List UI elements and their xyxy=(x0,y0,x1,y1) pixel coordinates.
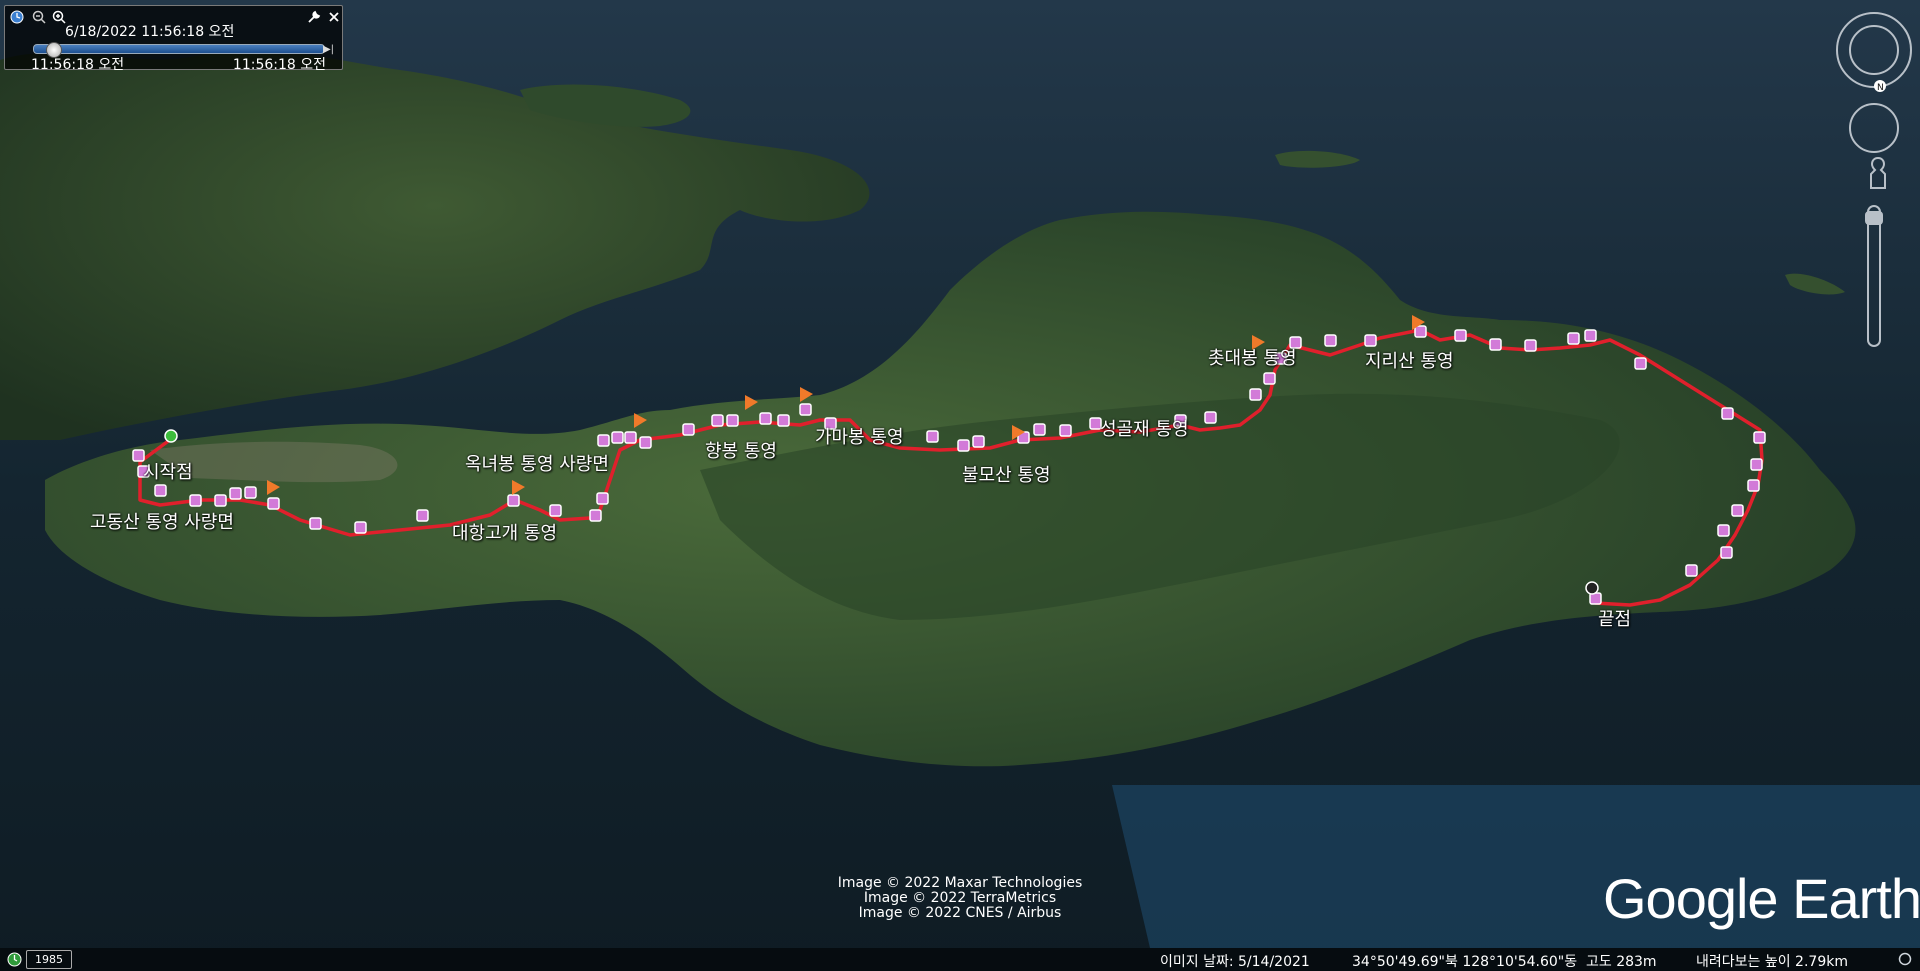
status-bar: 1985 이미지 날짜: 5/14/2021 34°50'49.69"북 128… xyxy=(0,948,1920,971)
label-start-point: 시작점 xyxy=(143,462,193,483)
clock-icon[interactable] xyxy=(10,10,24,24)
wrench-icon[interactable] xyxy=(307,10,321,24)
eye-altitude: 내려다보는 높이 2.79km xyxy=(1696,954,1848,970)
label-jirisan: 지리산 통영 xyxy=(1365,351,1454,372)
label-seonggoljae: 성골재 통영 xyxy=(1100,419,1189,440)
label-chotdaebong: 촛대봉 통영 xyxy=(1208,348,1297,369)
imagery-date: 이미지 날짜: 5/14/2021 xyxy=(1160,954,1310,970)
credit-line: Image © 2022 CNES / Airbus xyxy=(858,905,1062,921)
label-end-point: 끝점 xyxy=(1598,609,1632,630)
zoom-slider-handle xyxy=(1865,211,1883,225)
time-slider-panel[interactable]: 6/18/2022 11:56:18 오전 ▶| 11:56:18 오전 11:… xyxy=(4,5,343,73)
current-time: 6/18/2022 11:56:18 오전 xyxy=(65,24,235,40)
zoom-out-icon[interactable] xyxy=(32,10,46,24)
label-daehang-pass: 대항고개 통영 xyxy=(452,523,558,544)
credit-line: Image © 2022 TerraMetrics xyxy=(863,890,1057,906)
end-time: 11:56:18 오전 xyxy=(232,57,326,73)
label-bulmosan: 불모산 통영 xyxy=(962,465,1051,486)
credit-line: Image © 2022 Maxar Technologies xyxy=(837,875,1083,891)
imagery-credits: Image © 2022 Maxar Technologies Image © … xyxy=(760,876,1160,921)
coordinates: 34°50'49.69"북 128°10'54.60"동 xyxy=(1352,954,1578,970)
label-hyangbong: 향봉 통영 xyxy=(705,441,777,462)
label-godongsan: 고동산 통영 사량면 xyxy=(90,512,234,533)
start-point-marker[interactable] xyxy=(164,429,178,443)
satellite-map[interactable]: N xyxy=(0,0,1920,971)
end-point-marker[interactable] xyxy=(1585,581,1599,595)
zoom-in-icon[interactable] xyxy=(52,10,66,24)
elevation: 고도 283m xyxy=(1586,954,1657,970)
label-oknyeobong: 옥녀봉 통영 사량면 xyxy=(465,454,609,475)
time-slider-track[interactable] xyxy=(33,42,325,58)
imagery-year[interactable]: 1985 xyxy=(26,950,72,969)
compass-north-letter: N xyxy=(1877,83,1884,93)
streaming-status-icon xyxy=(1898,952,1912,966)
close-icon[interactable] xyxy=(327,10,341,24)
google-earth-logo: Google Earth xyxy=(1603,867,1920,930)
historical-imagery-icon[interactable] xyxy=(7,952,22,967)
start-time: 11:56:18 오전 xyxy=(31,57,125,73)
label-gamabong: 가마봉 통영 xyxy=(815,427,904,448)
